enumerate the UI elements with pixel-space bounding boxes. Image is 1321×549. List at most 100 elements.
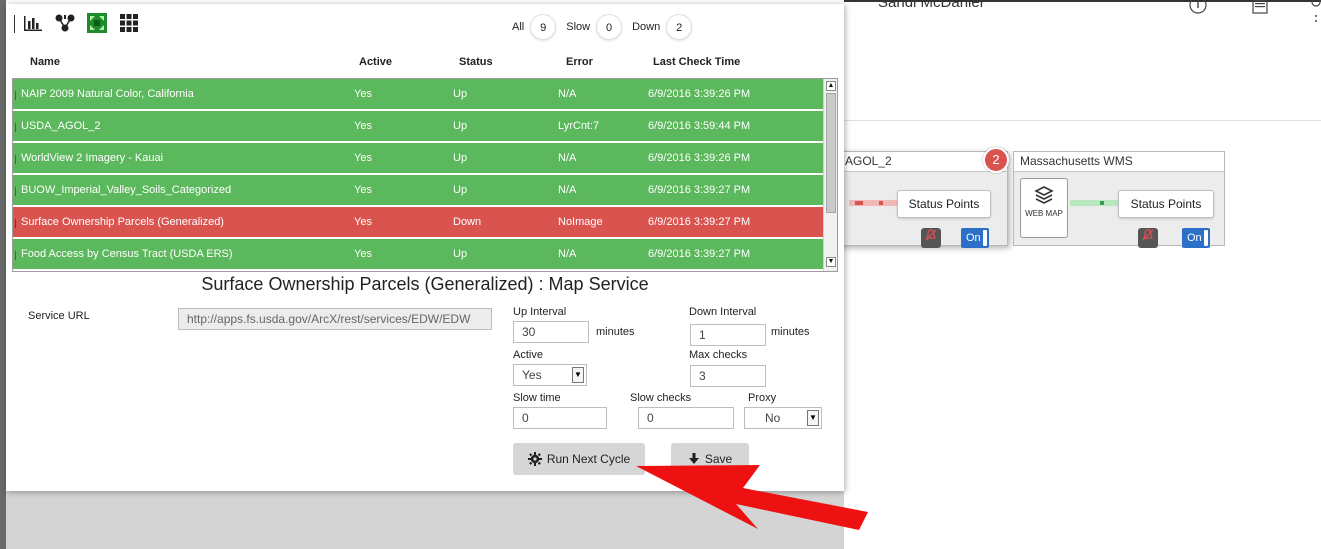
- minutes-label: minutes: [596, 326, 635, 338]
- service-time: 6/9/2016 3:39:26 PM: [648, 88, 751, 100]
- service-status: Up: [453, 120, 468, 132]
- card-title: Massachusetts WMS: [1014, 152, 1224, 172]
- col-error[interactable]: Error: [566, 56, 593, 68]
- table-row[interactable]: Food Access by Census Tract (USDA ERS) Y…: [13, 239, 835, 270]
- service-card-massachusetts[interactable]: Massachusetts WMS WEB MAP Status Points …: [1013, 151, 1225, 248]
- service-status: Up: [453, 88, 468, 100]
- settings-icon[interactable]: [1306, 0, 1321, 22]
- services-table: NAIP 2009 Natural Color, California Yes …: [12, 78, 838, 272]
- service-error: N/A: [558, 152, 577, 164]
- service-time: 6/9/2016 3:39:26 PM: [648, 152, 751, 164]
- table-row-selected[interactable]: Surface Ownership Parcels (Generalized) …: [13, 207, 835, 238]
- alert-bell-icon[interactable]: [1138, 228, 1158, 248]
- toolbar-separator: [14, 15, 15, 33]
- status-line: [1070, 200, 1118, 206]
- table-row[interactable]: WorldView 2 Imagery - Kauai Yes Up N/A 6…: [13, 143, 835, 174]
- down-count[interactable]: 2: [666, 14, 693, 40]
- service-error: N/A: [558, 248, 577, 260]
- table-row[interactable]: NAIP 2009 Natural Color, California Yes …: [13, 79, 835, 110]
- service-name: Food Access by Census Tract (USDA ERS): [21, 248, 233, 260]
- filter-all[interactable]: All: [512, 21, 524, 33]
- service-time: 6/9/2016 3:39:27 PM: [648, 216, 751, 228]
- service-error: LyrCnt:7: [558, 120, 600, 132]
- chevron-down-icon: ▼: [572, 367, 584, 383]
- on-toggle[interactable]: On: [961, 228, 989, 248]
- status-line: [849, 200, 899, 206]
- filter-down[interactable]: Down: [632, 21, 660, 33]
- service-active: Yes: [354, 248, 372, 260]
- run-next-cycle-label: Run Next Cycle: [546, 452, 631, 466]
- toolbar: All 9 Slow 0 Down 2: [6, 4, 844, 48]
- proxy-select[interactable]: No ▼: [744, 407, 822, 429]
- up-interval-label: Up Interval: [513, 306, 567, 318]
- slow-checks-label: Slow checks: [630, 392, 692, 404]
- service-name: Surface Ownership Parcels (Generalized): [21, 216, 224, 228]
- table-header: Name Active Status Error Last Check Time: [6, 50, 844, 74]
- web-map-icon: WEB MAP: [1020, 178, 1068, 238]
- bar-chart-icon[interactable]: [22, 12, 44, 34]
- service-error: N/A: [558, 88, 577, 100]
- user-name[interactable]: Sandi McDaniel: [878, 0, 983, 11]
- status-counters: All 9 Slow 0 Down 2: [512, 14, 702, 40]
- card-title: AGOL_2: [839, 152, 1007, 172]
- active-select[interactable]: Yes ▼: [513, 364, 587, 386]
- service-error: N/A: [558, 184, 577, 196]
- down-interval-field[interactable]: 1: [690, 324, 766, 346]
- status-points-button[interactable]: Status Points: [1118, 190, 1214, 218]
- col-active[interactable]: Active: [359, 56, 392, 68]
- service-name: NAIP 2009 Natural Color, California: [21, 88, 194, 100]
- col-last-check[interactable]: Last Check Time: [653, 56, 740, 68]
- chevron-down-icon: ▼: [807, 410, 819, 426]
- scroll-thumb[interactable]: [826, 93, 836, 213]
- col-status[interactable]: Status: [459, 56, 493, 68]
- network-icon[interactable]: [54, 12, 76, 34]
- all-count[interactable]: 9: [530, 14, 557, 40]
- down-count-badge: 2: [983, 147, 1009, 173]
- scroll-up-arrow[interactable]: ▲: [826, 81, 836, 91]
- service-status: Up: [453, 248, 468, 260]
- col-name[interactable]: Name: [30, 56, 60, 68]
- service-active: Yes: [354, 88, 372, 100]
- info-icon[interactable]: [1188, 0, 1208, 16]
- service-active: Yes: [354, 216, 372, 228]
- max-checks-label: Max checks: [689, 349, 748, 361]
- minutes-label: minutes: [771, 326, 810, 338]
- service-name: BUOW_Imperial_Valley_Soils_Categorized: [21, 184, 232, 196]
- service-name: USDA_AGOL_2: [21, 120, 101, 132]
- service-time: 6/9/2016 3:39:27 PM: [648, 248, 751, 260]
- slow-time-field[interactable]: 0: [513, 407, 607, 429]
- active-label: Active: [513, 349, 543, 361]
- service-time: 6/9/2016 3:59:44 PM: [648, 120, 751, 132]
- slow-checks-field[interactable]: 0: [638, 407, 734, 429]
- service-status: Down: [453, 216, 482, 228]
- run-next-cycle-button[interactable]: Run Next Cycle: [513, 443, 645, 475]
- on-toggle[interactable]: On: [1182, 228, 1210, 248]
- status-points-button[interactable]: Status Points: [897, 190, 991, 218]
- service-url-field[interactable]: http://apps.fs.usda.gov/ArcX/rest/servic…: [178, 308, 492, 330]
- alert-bell-icon[interactable]: [921, 228, 941, 248]
- document-icon[interactable]: [1250, 0, 1270, 16]
- table-row[interactable]: BUOW_Imperial_Valley_Soils_Categorized Y…: [13, 175, 835, 206]
- save-button[interactable]: Save: [671, 443, 749, 475]
- slow-time-label: Slow time: [513, 392, 561, 404]
- slow-count[interactable]: 0: [596, 14, 623, 40]
- save-label: Save: [704, 452, 733, 466]
- service-active: Yes: [354, 120, 372, 132]
- table-scrollbar[interactable]: ▲ ▼: [823, 79, 837, 271]
- max-checks-field[interactable]: 3: [690, 365, 766, 387]
- service-url-label: Service URL: [28, 310, 90, 322]
- service-monitor-panel: All 9 Slow 0 Down 2 Name Active Status E…: [6, 4, 844, 491]
- service-name: WorldView 2 Imagery - Kauai: [21, 152, 164, 164]
- filter-slow[interactable]: Slow: [566, 21, 590, 33]
- table-row[interactable]: USDA_AGOL_2 Yes Up LyrCnt:7 6/9/2016 3:5…: [13, 111, 835, 142]
- service-active: Yes: [354, 152, 372, 164]
- grid-view-icon[interactable]: [118, 12, 140, 34]
- service-card-agol2[interactable]: AGOL_2 Status Points On: [838, 151, 1008, 248]
- proxy-label: Proxy: [748, 392, 777, 404]
- expand-view-icon[interactable]: [86, 12, 108, 34]
- scroll-down-arrow[interactable]: ▼: [826, 257, 836, 267]
- down-interval-label: Down Interval: [689, 306, 757, 318]
- gear-icon: [527, 452, 542, 466]
- up-interval-field[interactable]: 30: [513, 321, 589, 343]
- service-status: Up: [453, 152, 468, 164]
